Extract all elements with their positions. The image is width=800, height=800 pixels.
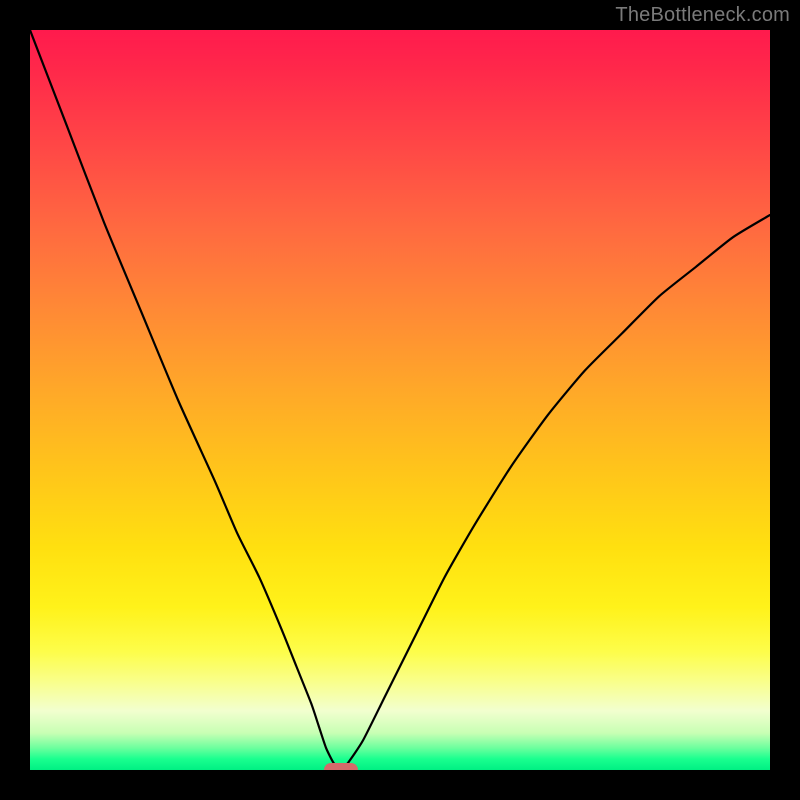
bottleneck-curve (30, 30, 770, 770)
plot-area (30, 30, 770, 770)
watermark-text: TheBottleneck.com (615, 4, 790, 27)
chart-frame: TheBottleneck.com (0, 0, 800, 800)
optimal-marker (324, 763, 358, 770)
